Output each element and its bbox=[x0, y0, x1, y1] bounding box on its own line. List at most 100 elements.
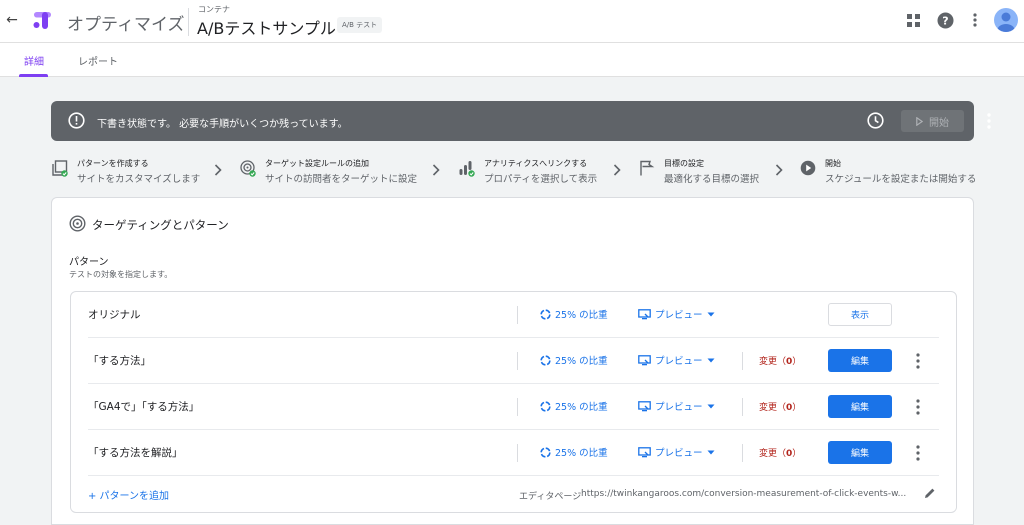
changes-count: 変更（0） bbox=[759, 357, 802, 367]
add-variant-link[interactable]: + パターンを追加 bbox=[88, 487, 169, 502]
preview-monitor-icon bbox=[638, 446, 651, 457]
variant-weight-label: 25% の比重 bbox=[555, 448, 608, 459]
edit-button[interactable]: 編集 bbox=[828, 349, 892, 372]
step-description: 最適化する目標の選択 bbox=[664, 174, 760, 185]
changes-count: 変更（0） bbox=[759, 403, 802, 413]
apps-grid-icon[interactable] bbox=[904, 11, 922, 29]
variant-list: オリジナル 25% の比重 プレビュー 表示 「する方法」 25% の比重 プレ… bbox=[70, 291, 957, 513]
preview-monitor-icon bbox=[638, 400, 651, 411]
weight-ring-icon bbox=[540, 400, 551, 412]
chevron-right-icon bbox=[775, 164, 783, 176]
optimize-logo-icon bbox=[33, 12, 51, 29]
variant-row-original: オリジナル 25% の比重 プレビュー 表示 bbox=[88, 292, 939, 338]
chevron-right-icon bbox=[432, 164, 440, 176]
step-description: サイトの訪問者をターゲットに設定 bbox=[265, 174, 418, 185]
tab-details[interactable]: 詳細 bbox=[24, 53, 44, 68]
variant-weight-label: 25% の比重 bbox=[555, 402, 608, 413]
account-avatar[interactable] bbox=[994, 8, 1018, 32]
info-icon bbox=[68, 112, 85, 129]
variant-name: 「する方法」 bbox=[88, 355, 151, 367]
play-icon bbox=[916, 116, 923, 126]
variant-icon bbox=[52, 160, 68, 177]
back-arrow-icon[interactable]: ← bbox=[3, 11, 21, 29]
step-title: 開始 bbox=[825, 159, 841, 168]
step-description: プロパティを選択して表示 bbox=[484, 174, 598, 185]
step-title: 目標の設定 bbox=[664, 159, 704, 168]
targeting-variants-card: ターゲティングとパターン パターン テストの対象を指定します。 オリジナル 25… bbox=[51, 197, 974, 525]
weight-ring-icon bbox=[540, 446, 551, 458]
view-button[interactable]: 表示 bbox=[828, 303, 892, 326]
start-button-label: 開始 bbox=[929, 117, 949, 129]
step-title: アナリティクスへリンクする bbox=[484, 159, 588, 168]
help-icon[interactable]: ? bbox=[936, 11, 954, 29]
app-header: ← オプティマイズ コンテナ A/Bテストサンプル A/B テスト ? bbox=[0, 0, 1024, 43]
section-description: テストの対象を指定します。 bbox=[69, 270, 173, 279]
divider bbox=[742, 398, 743, 416]
more-vert-icon[interactable] bbox=[911, 444, 925, 462]
header-divider bbox=[188, 8, 189, 36]
section-title: パターン bbox=[69, 257, 109, 268]
target-icon bbox=[240, 160, 256, 177]
preview-label: プレビュー bbox=[655, 448, 703, 459]
more-vert-icon[interactable] bbox=[981, 112, 997, 130]
editor-page-url: https://twinkangaroos.com/conversion-mea… bbox=[581, 489, 907, 499]
caret-down-icon bbox=[707, 312, 715, 316]
more-vert-icon[interactable] bbox=[911, 398, 925, 416]
svg-text:?: ? bbox=[942, 14, 948, 27]
variant-weight[interactable]: 25% の比重 bbox=[540, 353, 608, 367]
chevron-right-icon bbox=[613, 164, 621, 176]
card-title: ターゲティングとパターン bbox=[92, 218, 229, 232]
edit-button[interactable]: 編集 bbox=[828, 441, 892, 464]
schedule-clock-icon[interactable] bbox=[867, 112, 884, 129]
variant-weight[interactable]: 25% の比重 bbox=[540, 399, 608, 413]
step-description: スケジュールを設定または開始する bbox=[825, 174, 977, 185]
more-vert-icon[interactable] bbox=[911, 352, 925, 370]
caret-down-icon bbox=[707, 404, 715, 408]
draft-status-bar: 下書き状態です。 必要な手順がいくつか残っています。 開始 bbox=[51, 101, 991, 141]
variant-weight-label: 25% の比重 bbox=[555, 356, 608, 367]
experience-name: A/Bテストサンプル bbox=[197, 19, 336, 38]
preview-monitor-icon bbox=[638, 308, 651, 319]
changes-count: 変更（0） bbox=[759, 449, 802, 459]
preview-label: プレビュー bbox=[655, 310, 703, 321]
preview-dropdown[interactable]: プレビュー bbox=[638, 445, 715, 459]
variant-name: 「GA4で」「する方法」 bbox=[88, 401, 200, 413]
preview-dropdown[interactable]: プレビュー bbox=[638, 307, 715, 321]
container-label: コンテナ bbox=[198, 5, 230, 14]
variant-weight[interactable]: 25% の比重 bbox=[540, 307, 608, 321]
tab-bar: 詳細 レポート bbox=[0, 43, 1024, 77]
app-name: オプティマイズ bbox=[67, 15, 185, 35]
step-title: パターンを作成する bbox=[77, 159, 149, 168]
tab-report[interactable]: レポート bbox=[78, 53, 118, 68]
step-title: ターゲット設定ルールの追加 bbox=[265, 159, 369, 168]
chevron-right-icon bbox=[214, 164, 222, 176]
divider bbox=[517, 352, 518, 370]
play-circle-icon bbox=[800, 160, 816, 176]
divider bbox=[742, 352, 743, 370]
preview-monitor-icon bbox=[638, 354, 651, 365]
variant-weight-label: 25% の比重 bbox=[555, 310, 608, 321]
variant-name: 「する方法を解説」 bbox=[88, 447, 183, 459]
preview-dropdown[interactable]: プレビュー bbox=[638, 399, 715, 413]
editor-page-label: エディタページ bbox=[519, 492, 582, 502]
variant-weight[interactable]: 25% の比重 bbox=[540, 445, 608, 459]
variant-row: 「GA4で」「する方法」 25% の比重 プレビュー 変更（0） 編集 bbox=[88, 384, 939, 430]
weight-ring-icon bbox=[540, 308, 551, 320]
caret-down-icon bbox=[707, 450, 715, 454]
target-icon bbox=[69, 215, 86, 232]
caret-down-icon bbox=[707, 358, 715, 362]
flag-icon bbox=[640, 160, 655, 176]
pencil-edit-icon[interactable] bbox=[924, 487, 936, 499]
active-tab-indicator bbox=[19, 74, 48, 77]
experience-type-badge: A/B テスト bbox=[337, 17, 383, 33]
variant-row: 「する方法」 25% の比重 プレビュー 変更（0） 編集 bbox=[88, 338, 939, 384]
preview-dropdown[interactable]: プレビュー bbox=[638, 353, 715, 367]
weight-ring-icon bbox=[540, 354, 551, 366]
divider bbox=[517, 444, 518, 462]
start-button[interactable]: 開始 bbox=[901, 110, 964, 132]
more-vert-icon[interactable] bbox=[966, 11, 984, 29]
edit-button[interactable]: 編集 bbox=[828, 395, 892, 418]
variant-name: オリジナル bbox=[88, 309, 141, 321]
draft-message: 下書き状態です。 必要な手順がいくつか残っています。 bbox=[97, 119, 348, 130]
variant-row: 「する方法を解説」 25% の比重 プレビュー 変更（0） 編集 bbox=[88, 430, 939, 476]
